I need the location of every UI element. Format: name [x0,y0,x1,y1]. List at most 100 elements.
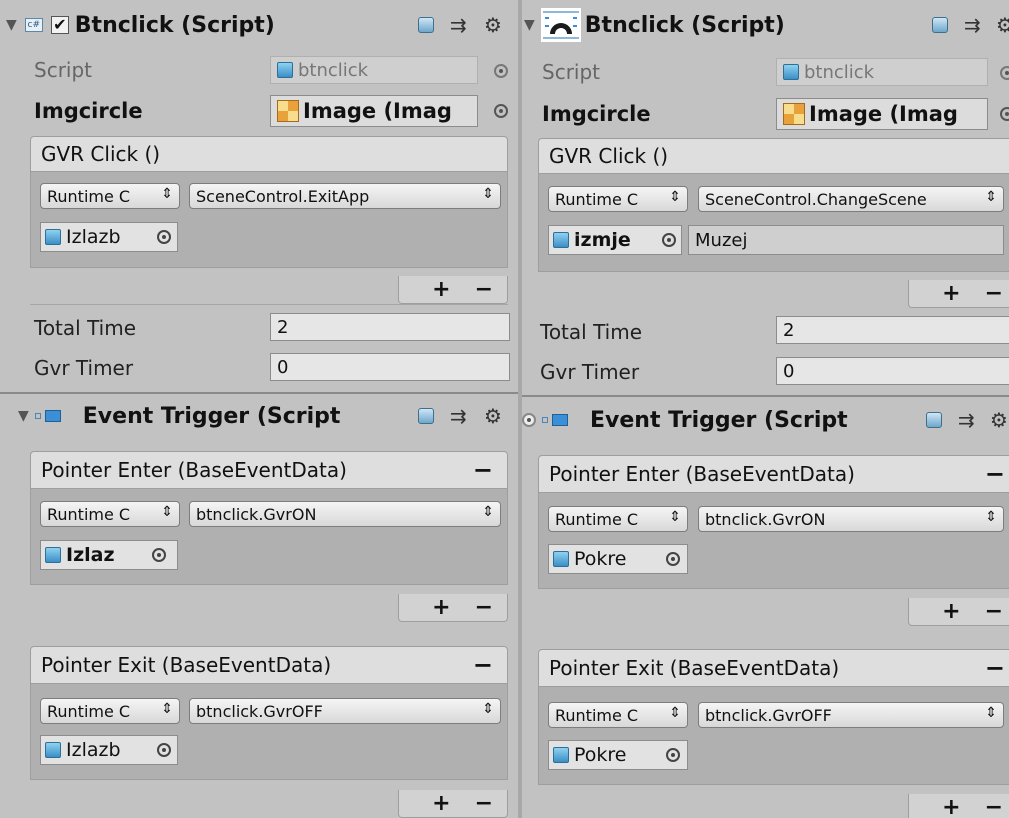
object-picker-icon[interactable] [152,548,166,562]
runtime-mode-dropdown[interactable]: Runtime C ⇕ [40,698,180,724]
object-picker-icon[interactable] [157,743,171,757]
function-value: btnclick.GvrON [705,509,826,529]
preset-icon[interactable]: ⇉ [958,408,975,432]
remove-button[interactable]: − [985,795,1003,818]
gvr-timer-input[interactable]: 0 [270,353,510,381]
remove-event-button[interactable]: − [473,651,493,679]
argument-input[interactable]: Muzej [688,225,1004,255]
total-time-value: 2 [783,319,795,341]
foldout-circle-icon[interactable] [522,413,536,427]
function-dropdown[interactable]: btnclick.GvrON ⇕ [189,501,501,527]
imgcircle-value: Image (Imag [303,99,452,123]
runtime-mode-dropdown[interactable]: Runtime C ⇕ [548,186,688,212]
foldout-arrow-icon[interactable]: ▼ [524,17,535,33]
function-value: SceneControl.ChangeScene [705,189,927,209]
target-object-value: Pokre [574,744,627,766]
preset-icon[interactable]: ⇉ [964,13,981,37]
function-value: SceneControl.ExitApp [196,186,370,206]
add-button[interactable]: + [432,791,450,816]
remove-button[interactable]: − [985,599,1003,624]
dropdown-arrow-icon: ⇕ [669,705,681,721]
remove-button[interactable]: − [475,595,493,620]
target-object-value: Pokre [574,548,627,570]
preset-icon[interactable]: ⇉ [450,404,467,428]
remove-button[interactable]: − [475,277,493,302]
dropdown-arrow-icon: ⇕ [161,504,173,520]
runtime-mode-dropdown[interactable]: Runtime C ⇕ [548,702,688,728]
event-trigger-header[interactable]: Event Trigger (Script ⇉ ⚙ [522,402,1009,438]
imgcircle-field[interactable]: Image (Imag [776,98,988,130]
help-book-icon[interactable] [418,408,434,424]
gvr-click-header: GVR Click () [538,138,1009,174]
object-picker-icon[interactable] [1000,107,1009,121]
event-trigger-icon [542,413,568,427]
imgcircle-field[interactable]: Image (Imag [270,95,478,127]
event-trigger-header[interactable]: ▼ Event Trigger (Script ⇉ ⚙ [18,398,518,434]
add-button[interactable]: + [942,795,960,818]
cs-script-icon: c# [24,18,43,32]
btnclick-component-header[interactable]: ▼ Btnclick (Script) ⇉ ⚙ [522,8,1009,42]
remove-event-button[interactable]: − [985,654,1005,682]
runtime-mode-value: Runtime C [47,701,131,721]
function-dropdown[interactable]: SceneControl.ExitApp ⇕ [189,183,501,209]
gvr-timer-value: 0 [783,360,795,382]
object-picker-icon[interactable] [666,748,680,762]
runtime-mode-dropdown[interactable]: Runtime C ⇕ [40,183,180,209]
add-button[interactable]: + [942,281,960,306]
dropdown-arrow-icon: ⇕ [161,701,173,717]
runtime-mode-value: Runtime C [47,186,131,206]
argument-value: Muzej [695,229,748,251]
btnclick-component-header[interactable]: ▼ c# ✔ Btnclick (Script) ⇉ ⚙ [6,8,518,42]
remove-event-button[interactable]: − [985,460,1005,488]
add-button[interactable]: + [432,595,450,620]
dropdown-arrow-icon: ⇕ [482,504,494,520]
object-picker-icon[interactable] [494,104,508,118]
runtime-mode-dropdown[interactable]: Runtime C ⇕ [548,506,688,532]
enable-checkbox[interactable]: ✔ [50,16,69,34]
object-picker-icon[interactable] [494,64,508,78]
target-object-value: Izlazb [66,739,121,761]
divider [30,304,508,305]
gear-icon[interactable]: ⚙ [484,404,502,428]
gameobject-icon [553,747,569,763]
help-book-icon[interactable] [418,17,434,33]
object-picker-icon[interactable] [662,233,676,247]
target-object-value: Izlaz [66,544,115,566]
dropdown-arrow-icon: ⇕ [161,186,173,202]
remove-button[interactable]: − [475,791,493,816]
object-picker-icon[interactable] [1000,66,1009,80]
right-inspector: ▼ Btnclick (Script) ⇉ ⚙ Script btnclick … [522,0,1009,818]
add-button[interactable]: + [942,599,960,624]
function-dropdown[interactable]: btnclick.GvrON ⇕ [698,506,1004,532]
event-trigger-icon [34,409,61,423]
script-label: Script [34,58,93,82]
remove-button[interactable]: − [985,281,1003,306]
help-book-icon[interactable] [926,412,942,428]
gear-icon[interactable]: ⚙ [996,13,1009,37]
total-time-input[interactable]: 2 [270,313,510,341]
gvr-timer-input[interactable]: 0 [776,357,1009,385]
function-dropdown[interactable]: btnclick.GvrOFF ⇕ [189,698,501,724]
total-time-label: Total Time [540,320,643,344]
runtime-mode-dropdown[interactable]: Runtime C ⇕ [40,501,180,527]
list-footer: + − [908,794,1009,818]
gear-icon[interactable]: ⚙ [990,408,1008,432]
total-time-input[interactable]: 2 [776,316,1009,344]
foldout-arrow-icon[interactable]: ▼ [6,17,17,33]
pointer-exit-title: Pointer Exit (BaseEventData) [41,653,332,677]
gvr-click-title: GVR Click () [549,144,669,168]
dropdown-arrow-icon: ⇕ [669,509,681,525]
foldout-arrow-icon[interactable]: ▼ [18,408,29,424]
add-button[interactable]: + [432,277,450,302]
gear-icon[interactable]: ⚙ [484,13,502,37]
function-dropdown[interactable]: SceneControl.ChangeScene ⇕ [698,186,1004,212]
dropdown-arrow-icon: ⇕ [669,189,681,205]
preset-icon[interactable]: ⇉ [450,13,467,37]
object-picker-icon[interactable] [157,230,171,244]
function-dropdown[interactable]: btnclick.GvrOFF ⇕ [698,702,1004,728]
help-book-icon[interactable] [932,17,948,33]
runtime-mode-value: Runtime C [47,504,131,524]
script-label: Script [542,60,601,84]
remove-event-button[interactable]: − [473,456,493,484]
object-picker-icon[interactable] [666,552,680,566]
